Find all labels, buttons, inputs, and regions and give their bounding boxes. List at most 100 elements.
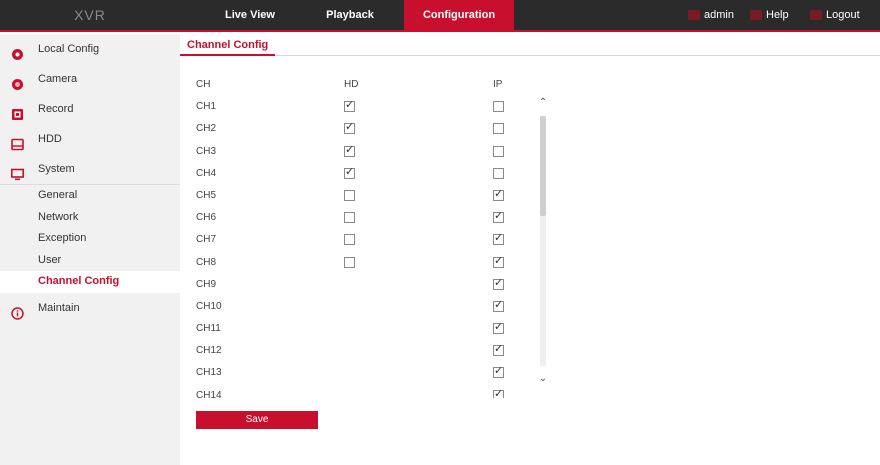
sidebar-sub-channel-config[interactable]: Channel Config — [0, 271, 180, 293]
channel-label: CH13 — [196, 367, 222, 379]
hd-cell — [344, 163, 355, 185]
scroll-thumb[interactable] — [540, 116, 546, 216]
ip-cell — [493, 229, 504, 251]
hd-checkbox[interactable] — [344, 121, 355, 135]
ip-cell — [493, 340, 504, 362]
table-row: CH2 — [196, 118, 556, 140]
hd-checkbox[interactable] — [344, 189, 355, 201]
ip-checkbox[interactable] — [493, 321, 504, 335]
sidebar-sub-user[interactable]: User — [0, 250, 180, 272]
channel-table: CH HD IP CH1 CH2 CH3 CH4 CH5 CH6 CH7 CH8 CH9 CH10… — [196, 74, 556, 398]
tab-channel-config[interactable]: Channel Config — [180, 34, 276, 56]
ip-checkbox[interactable] — [493, 255, 504, 268]
channel-label: CH7 — [196, 234, 217, 246]
ip-checkbox[interactable] — [493, 210, 504, 224]
table-row: CH11 — [196, 318, 556, 340]
ip-cell — [493, 96, 504, 118]
channel-label: CH4 — [196, 167, 217, 179]
save-button[interactable]: Save — [196, 411, 318, 429]
column-header-ip: IP — [493, 79, 503, 90]
ip-cell — [493, 141, 504, 163]
sidebar-item-label: HDD — [38, 133, 62, 145]
channel-label: CH5 — [196, 189, 217, 201]
monitor-icon — [11, 163, 24, 181]
channel-label: CH2 — [196, 123, 217, 135]
ip-cell — [493, 118, 504, 140]
table-header: CH HD IP — [196, 74, 556, 96]
sidebar-sub-exception[interactable]: Exception — [0, 228, 180, 250]
ip-cell — [493, 185, 504, 207]
hd-checkbox[interactable] — [344, 144, 355, 157]
sidebar-item-label: Local Config — [38, 43, 100, 55]
scroll-up-icon[interactable]: ⌃ — [536, 96, 550, 110]
channel-label: CH9 — [196, 278, 217, 290]
hd-checkbox[interactable] — [344, 256, 355, 268]
hd-checkbox[interactable] — [344, 212, 355, 224]
record-icon — [11, 103, 24, 120]
table-row: CH8 — [196, 252, 556, 274]
tab-bar: Channel Config — [180, 34, 880, 56]
table-row: CH6 — [196, 207, 556, 229]
logout-button[interactable]: Logout — [810, 0, 860, 30]
scroll-track[interactable] — [540, 116, 546, 366]
sidebar-item-maintain[interactable]: Maintain — [0, 293, 180, 323]
table-row: CH10 — [196, 296, 556, 318]
sidebar-sub-general[interactable]: General — [0, 185, 180, 207]
column-header-hd: HD — [344, 79, 359, 90]
table-scrollbar[interactable]: ⌃ ⌄ — [536, 96, 550, 386]
ip-cell — [493, 296, 504, 318]
channel-label: CH6 — [196, 212, 217, 224]
channel-label: CH8 — [196, 256, 217, 268]
scroll-down-icon[interactable]: ⌄ — [536, 372, 550, 386]
channel-label: CH10 — [196, 300, 222, 312]
sidebar-sub-network[interactable]: Network — [0, 207, 180, 229]
ip-checkbox[interactable] — [493, 232, 504, 246]
hd-checkbox[interactable] — [344, 234, 355, 246]
table-row: CH13 — [196, 362, 556, 384]
sidebar-item-label: Camera — [38, 73, 78, 85]
sidebar-item-record[interactable]: Record — [0, 94, 180, 124]
info-icon — [11, 302, 24, 320]
ip-checkbox[interactable] — [493, 343, 504, 357]
ip-checkbox[interactable] — [493, 388, 504, 398]
ip-checkbox[interactable] — [493, 365, 504, 379]
ip-checkbox[interactable] — [493, 277, 504, 290]
table-row: CH4 — [196, 163, 556, 185]
ip-checkbox[interactable] — [493, 123, 504, 135]
ip-checkbox[interactable] — [493, 145, 504, 157]
nav-configuration[interactable]: Configuration — [404, 0, 514, 30]
table-row: CH12 — [196, 340, 556, 362]
ip-checkbox[interactable] — [493, 101, 504, 113]
sidebar-item-system[interactable]: System — [0, 154, 180, 184]
brand-logo: XVR — [74, 7, 106, 23]
sidebar-item-local-config[interactable]: Local Config — [0, 34, 180, 64]
ip-checkbox[interactable] — [493, 167, 504, 179]
channel-label: CH12 — [196, 345, 222, 357]
table-row: CH9 — [196, 274, 556, 296]
hd-cell — [344, 118, 355, 140]
nav-live-view[interactable]: Live View — [200, 0, 300, 30]
logout-icon — [810, 10, 822, 20]
sidebar-item-camera[interactable]: Camera — [0, 64, 180, 94]
hd-checkbox[interactable] — [344, 99, 355, 113]
sidebar-item-hdd[interactable]: HDD — [0, 124, 180, 154]
hd-cell — [344, 185, 355, 207]
hd-checkbox[interactable] — [344, 166, 355, 179]
user-menu[interactable]: admin — [688, 0, 734, 30]
ip-cell — [493, 318, 504, 340]
ip-cell — [493, 207, 504, 229]
nav-playback[interactable]: Playback — [300, 0, 400, 30]
sidebar-item-label: Maintain — [38, 301, 80, 314]
sidebar: Local Config Camera Record HDD System Ge… — [0, 34, 180, 465]
ip-cell — [493, 252, 504, 274]
help-button[interactable]: Help — [750, 0, 789, 30]
help-icon — [750, 10, 762, 20]
ip-checkbox[interactable] — [493, 299, 504, 312]
hd-cell — [344, 229, 355, 251]
hd-cell — [344, 141, 355, 163]
channel-label: CH11 — [196, 323, 221, 335]
ip-checkbox[interactable] — [493, 188, 504, 201]
channel-label: CH14 — [196, 389, 222, 398]
ip-cell — [493, 362, 504, 384]
help-label: Help — [766, 9, 789, 21]
